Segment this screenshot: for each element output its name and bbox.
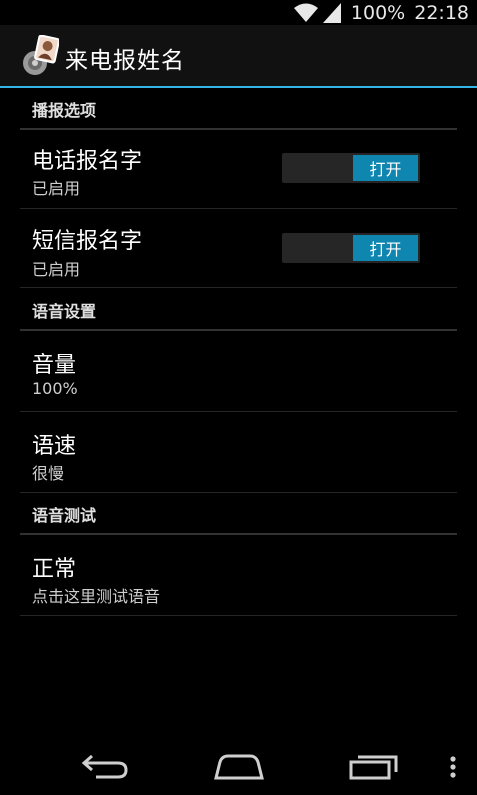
pref-title: 音量 [32,353,77,378]
recent-apps-icon[interactable] [348,750,400,782]
status-indicators: 100% 22:18 [293,0,469,25]
pref-title: 正常 [32,557,77,582]
pref-title: 语速 [32,434,77,459]
overflow-menu-icon[interactable] [447,755,459,781]
call-announce-switch[interactable]: 打开 [282,153,420,183]
pref-summary: 点击这里测试语音 [32,587,161,606]
pref-call-announce[interactable]: 电话报名字 已启用 打开 [20,130,457,209]
sms-announce-switch[interactable]: 打开 [282,233,420,263]
pref-test-voice[interactable]: 正常 点击这里测试语音 [20,535,457,616]
pref-volume[interactable]: 音量 100% [20,331,457,412]
pref-summary: 很慢 [32,464,65,483]
back-icon[interactable] [80,750,130,782]
app-title: 来电报姓名 [65,48,185,74]
app-icon[interactable] [17,35,59,77]
pref-speech-rate[interactable]: 语速 很慢 [20,412,457,493]
section-header-voice-settings: 语音设置 [20,289,457,331]
battery-percent: 100% [350,1,406,24]
section-header-label: 播报选项 [32,101,97,120]
section-header-broadcast: 播报选项 [20,88,457,130]
home-icon[interactable] [212,750,266,782]
action-bar: 来电报姓名 [0,25,477,86]
pref-summary: 100% [32,379,78,398]
pref-summary: 已启用 [32,260,81,279]
navigation-bar [0,735,477,795]
switch-on-label: 打开 [353,155,418,181]
pref-title: 短信报名字 [32,229,143,254]
clock: 22:18 [414,1,469,24]
pref-summary: 已启用 [32,179,81,198]
wifi-icon [293,3,318,22]
switch-on-label: 打开 [353,235,418,261]
pref-title: 电话报名字 [32,149,143,174]
section-header-label: 语音测试 [32,506,97,525]
pref-sms-announce[interactable]: 短信报名字 已启用 打开 [20,209,457,288]
section-header-voice-test: 语音测试 [20,493,457,535]
signal-icon [322,2,341,23]
status-bar: 100% 22:18 [0,0,477,25]
section-header-label: 语音设置 [32,302,97,321]
